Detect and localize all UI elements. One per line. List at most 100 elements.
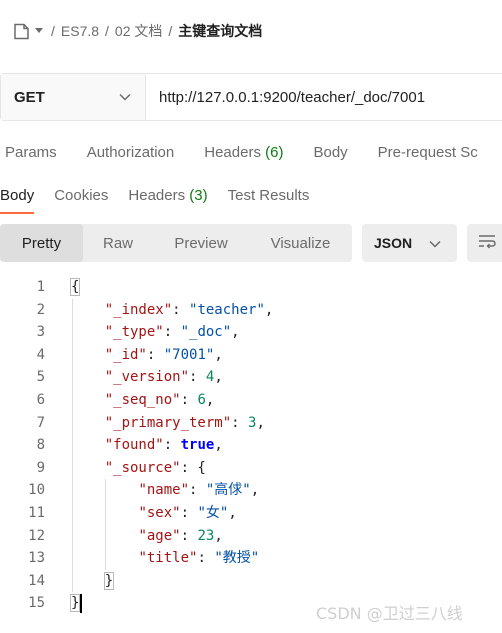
- url-input[interactable]: [146, 74, 502, 120]
- code-line: 4 "_id": "7001",: [0, 344, 502, 367]
- tab-params[interactable]: Params: [5, 144, 57, 161]
- breadcrumb-separator: /: [168, 23, 173, 39]
- tab-headers[interactable]: Headers (6): [204, 144, 283, 161]
- wrap-lines-button[interactable]: [467, 224, 502, 262]
- code-token: : {: [180, 459, 206, 476]
- line-number: 1: [36, 279, 45, 295]
- code-token: :: [163, 324, 181, 341]
- code-token: :: [180, 527, 198, 544]
- view-mode-raw[interactable]: Raw: [83, 224, 153, 262]
- breadcrumb: / ES7.8 / 02 文档 / 主键查询文档: [0, 0, 502, 62]
- code-text: "age": 23,: [138, 525, 222, 548]
- code-line: 6 "_seq_no": 6,: [0, 389, 502, 412]
- code-token: "教授": [214, 550, 260, 567]
- response-tab-headers[interactable]: Headers (3): [128, 176, 207, 214]
- response-body-editor[interactable]: 1{2 "_index": "teacher", 3 "_type": "_doc",…: [0, 276, 502, 615]
- code-text: }: [69, 592, 81, 615]
- code-line: 9 "_source": {: [0, 457, 502, 480]
- code-token: ,: [214, 437, 223, 454]
- code-token: :: [189, 482, 206, 499]
- code-token: :: [163, 437, 181, 454]
- code-text: }: [103, 570, 115, 593]
- line-number: 6: [36, 391, 45, 408]
- code-token: }: [103, 571, 115, 590]
- method-label: GET: [14, 88, 45, 106]
- breadcrumb-item-request[interactable]: 主键查询文档: [178, 21, 262, 41]
- code-token: :: [189, 369, 206, 386]
- code-token: :: [231, 414, 249, 431]
- code-token: "name": [138, 482, 190, 499]
- view-mode-group: Pretty Raw Preview Visualize: [0, 224, 352, 262]
- request-tabs: Params Authorization Headers (6) Body Pr…: [0, 132, 502, 172]
- code-token: "title": [138, 550, 198, 567]
- code-text: "_seq_no": 6,: [105, 389, 215, 412]
- tab-authorization[interactable]: Authorization: [87, 144, 175, 161]
- code-text: "found": true,: [105, 434, 223, 457]
- line-number: 3: [36, 324, 45, 341]
- code-text: {: [69, 276, 81, 299]
- code-token: ,: [205, 391, 215, 408]
- watermark: CSDN @卫过三八线: [316, 604, 463, 623]
- code-token: ,: [228, 504, 237, 521]
- code-token: ,: [214, 527, 223, 544]
- breadcrumb-item-collection[interactable]: ES7.8: [61, 23, 99, 39]
- request-doc-icon[interactable]: [12, 22, 30, 40]
- line-number: 7: [36, 414, 45, 431]
- code-text: "_index": "teacher",: [105, 299, 274, 322]
- caret-down-icon[interactable]: [33, 25, 45, 37]
- code-line: 13 "title": "教授": [0, 547, 502, 570]
- tab-body[interactable]: Body: [313, 144, 347, 161]
- view-mode-preview[interactable]: Preview: [153, 224, 249, 262]
- breadcrumb-separator: /: [51, 23, 55, 39]
- code-line: 2 "_index": "teacher",: [0, 299, 502, 322]
- breadcrumb-item-folder[interactable]: 02 文档: [115, 21, 162, 41]
- line-number: 14: [28, 572, 45, 589]
- code-text: "_version": 4,: [105, 366, 223, 389]
- code-token: "_version": [104, 369, 190, 386]
- code-line: 1{: [0, 276, 502, 299]
- chevron-down-icon: [429, 235, 441, 251]
- code-line: 7 "_primary_term": 3,: [0, 412, 502, 435]
- line-number: 5: [36, 369, 45, 386]
- code-line: 10 "name": "高俅",: [0, 479, 502, 502]
- code-token: "女": [197, 504, 229, 521]
- view-mode-visualize[interactable]: Visualize: [249, 224, 352, 262]
- code-token: 23: [197, 527, 215, 544]
- line-number: 2: [36, 301, 45, 318]
- code-token: ,: [256, 414, 265, 431]
- response-tab-body[interactable]: Body: [0, 176, 35, 214]
- code-token: "_type": [104, 324, 164, 341]
- response-tab-cookies[interactable]: Cookies: [54, 176, 108, 214]
- code-token: :: [180, 391, 198, 408]
- code-token: }: [69, 594, 81, 613]
- code-token: :: [197, 550, 215, 567]
- response-headers-count: (3): [189, 186, 208, 204]
- code-token: "_source": [104, 459, 181, 476]
- response-tab-test-results[interactable]: Test Results: [228, 176, 310, 214]
- code-text: "name": "高俅",: [138, 479, 259, 502]
- line-number: 10: [28, 482, 45, 499]
- code-text: "_source": {: [105, 457, 206, 480]
- code-token: ,: [214, 369, 223, 386]
- code-line: 11 "sex": "女",: [0, 502, 502, 525]
- code-line: 14}: [0, 570, 502, 593]
- line-number: 15: [28, 595, 45, 612]
- code-token: "_id": [104, 346, 147, 363]
- format-label: JSON: [374, 235, 413, 251]
- code-line: 8 "found": true,: [0, 434, 502, 457]
- method-select[interactable]: GET: [1, 74, 146, 120]
- code-token: ,: [214, 346, 223, 363]
- line-number: 8: [36, 437, 45, 454]
- line-number: 12: [28, 527, 45, 544]
- code-token: 6: [197, 391, 206, 408]
- code-text: "title": "教授": [138, 547, 259, 570]
- view-mode-pretty[interactable]: Pretty: [0, 224, 83, 262]
- code-token: "_doc": [180, 324, 232, 341]
- tab-pre-request-script[interactable]: Pre-request Sc: [378, 144, 478, 161]
- response-toolbar: Pretty Raw Preview Visualize JSON: [0, 224, 502, 262]
- code-text: "_id": "7001",: [105, 344, 223, 367]
- format-select[interactable]: JSON: [362, 224, 457, 262]
- headers-count: (6): [265, 143, 284, 161]
- code-line: 12 "age": 23,: [0, 525, 502, 548]
- code-token: "age": [138, 527, 181, 544]
